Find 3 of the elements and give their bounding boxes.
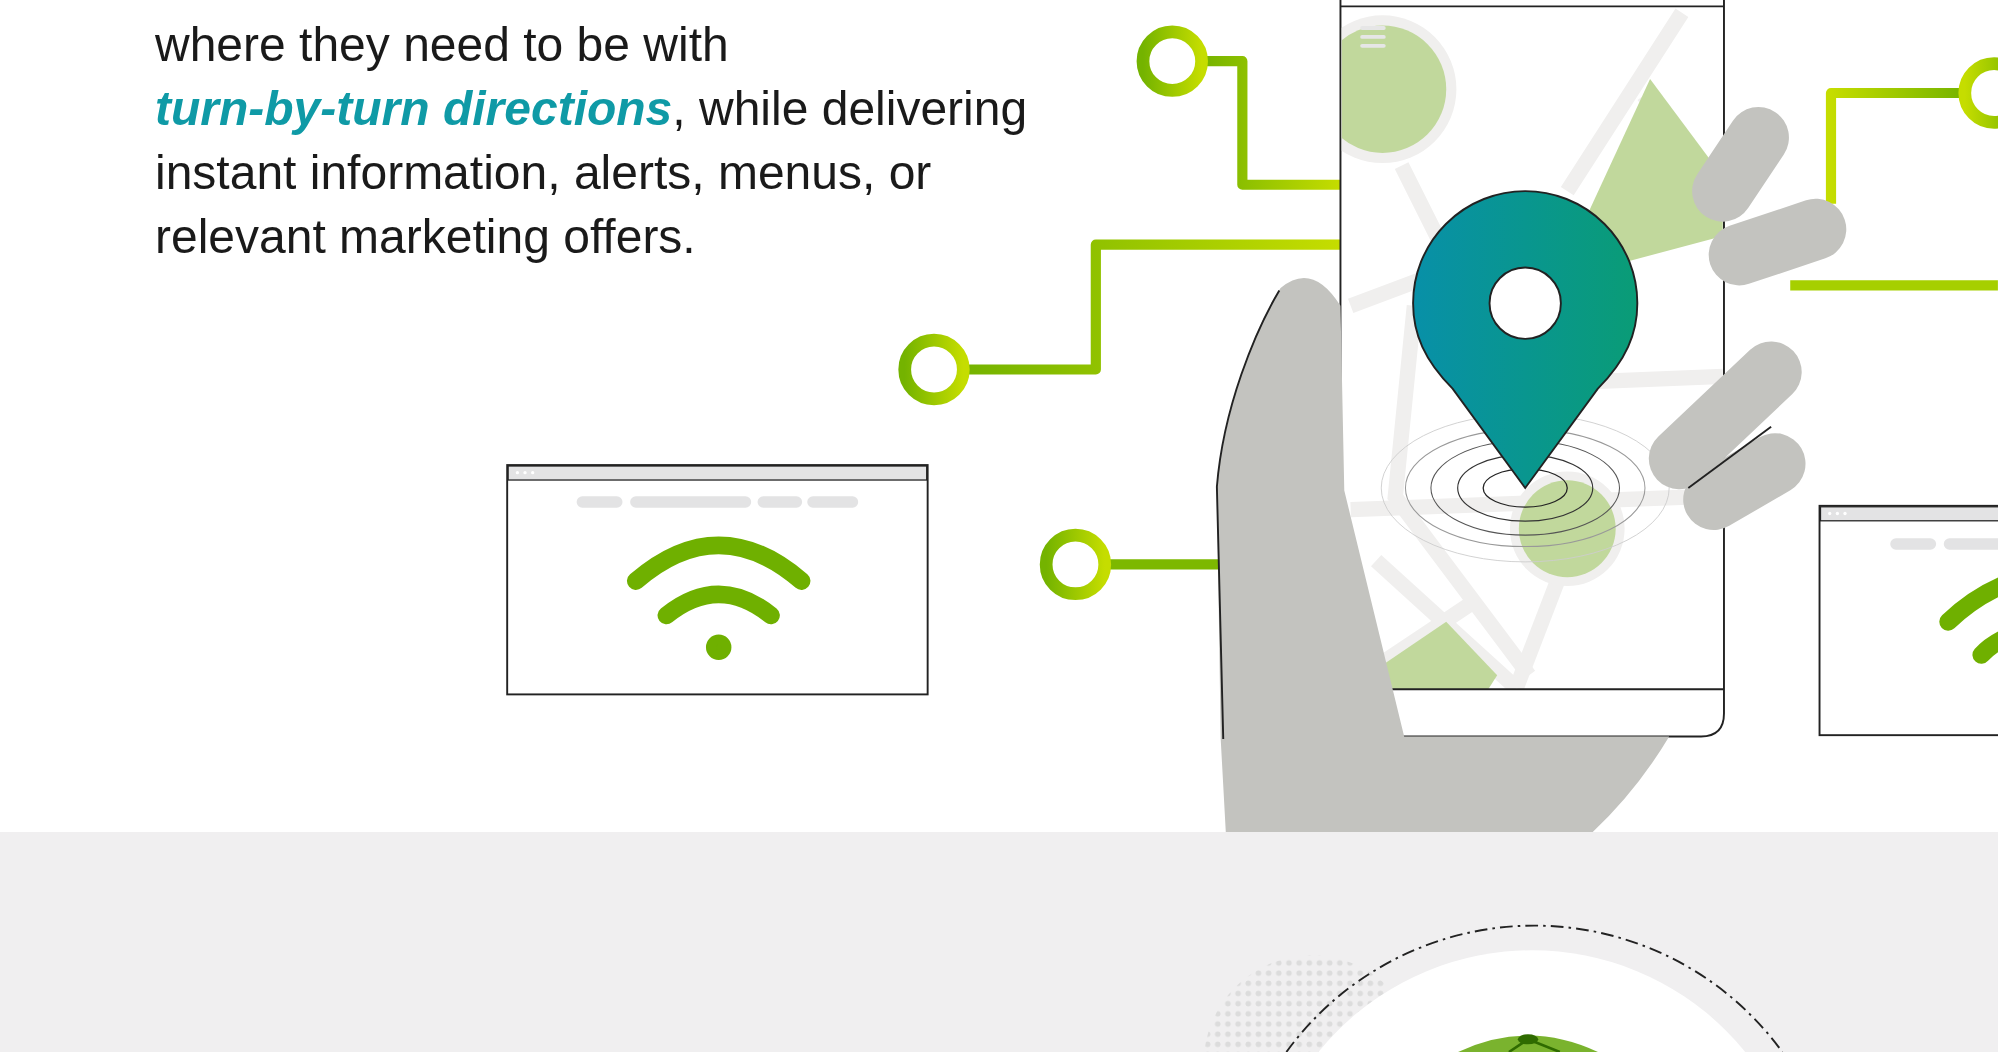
body-paragraph: where they need to be with turn-by-turn directions, while delivering instant information, alerts, menus, or relevant marketing offers.	[154, 17, 1028, 265]
wifi-icon	[626, 536, 811, 660]
map-pin-icon	[1412, 190, 1639, 489]
